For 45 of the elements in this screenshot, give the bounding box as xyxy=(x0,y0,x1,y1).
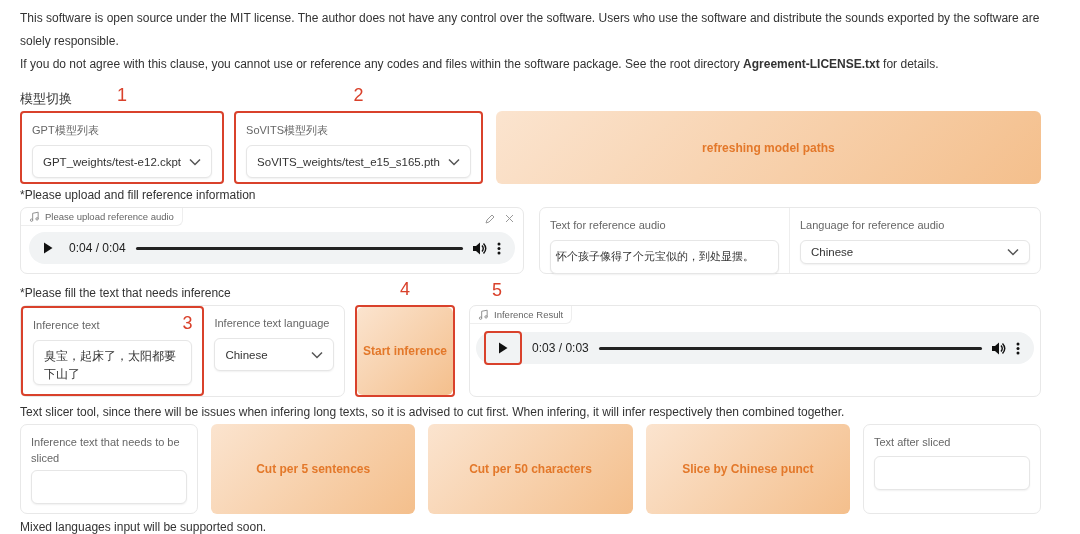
progress-bar[interactable] xyxy=(135,246,463,250)
field-label: Inference text xyxy=(33,318,100,333)
more-icon[interactable] xyxy=(1016,341,1020,355)
more-icon[interactable] xyxy=(497,241,501,255)
field-label: GPT模型列表 xyxy=(32,123,99,138)
chevron-down-icon xyxy=(447,157,460,166)
progress-bar[interactable] xyxy=(598,346,982,350)
time-text: 0:04 / 0:04 xyxy=(69,241,126,255)
field-label: Inference text that needs to be sliced xyxy=(31,435,181,466)
annotation-number: 3 xyxy=(182,314,193,332)
footer-text: Mixed languages input will be supported soon. xyxy=(20,520,267,534)
edit-icon[interactable] xyxy=(485,214,495,224)
dropdown[interactable]: Chinese xyxy=(800,240,1030,264)
notice-text: This software is open source under the MIT license. The author does not have any control over the software. Users who use the software and distribute the sounds exported by the software are solely responsible. xyxy=(20,10,1041,50)
time-text: 0:03 / 0:03 xyxy=(532,341,589,355)
annotation-number: 4 xyxy=(400,280,410,298)
field-label: SoVITS模型列表 xyxy=(246,123,328,138)
text-area[interactable]: 臭宝，起床了，太阳都要下山了 xyxy=(33,340,193,385)
audio-player[interactable]: 0:04 / 0:04 xyxy=(29,232,515,264)
annotation-number: 1 xyxy=(117,86,128,104)
field-label: Inference text language xyxy=(214,316,330,331)
dropdown[interactable]: Chinese xyxy=(214,338,334,371)
audio-label: Please upload reference audio xyxy=(21,208,183,226)
close-icon[interactable] xyxy=(505,214,514,223)
section-title: 模型切换 xyxy=(20,90,72,108)
volume-icon[interactable] xyxy=(992,341,1006,355)
section-heading: *Please upload and fill reference information xyxy=(20,188,256,203)
dropdown[interactable]: GPT_weights/test-e12.ckpt xyxy=(32,145,213,178)
notice-text: If you do not agree with this clause, you cannot use or reference any codes and files within the software package. See the root directory Agreement-LICENSE.txt for details. xyxy=(20,56,940,73)
field-label: Language for reference audio xyxy=(800,218,945,233)
section-heading: *Please fill the text that needs inference xyxy=(20,286,231,301)
field-label: Text after sliced xyxy=(874,435,951,450)
section-heading: Text slicer tool, since there will be issues when infering long texts, so it is advised to cut first. When infering, it will infer respectively then combined together. xyxy=(20,405,845,420)
music-note-icon xyxy=(29,211,40,222)
annotation-number: 2 xyxy=(353,86,364,104)
chevron-down-icon xyxy=(189,157,202,166)
volume-icon[interactable] xyxy=(473,241,487,255)
chevron-down-icon xyxy=(311,350,323,359)
chevron-down-icon xyxy=(1007,248,1019,256)
text-area[interactable]: 怀个孩子像得了个元宝似的，到处显摆。 xyxy=(550,240,779,274)
audio-label: Inference Result xyxy=(470,306,573,324)
music-note-icon xyxy=(478,309,490,320)
annotation-number: 5 xyxy=(492,281,503,299)
field-label: Text for reference audio xyxy=(550,218,666,233)
dropdown[interactable]: SoVITS_weights/test_e15_s165.pth xyxy=(246,145,471,178)
